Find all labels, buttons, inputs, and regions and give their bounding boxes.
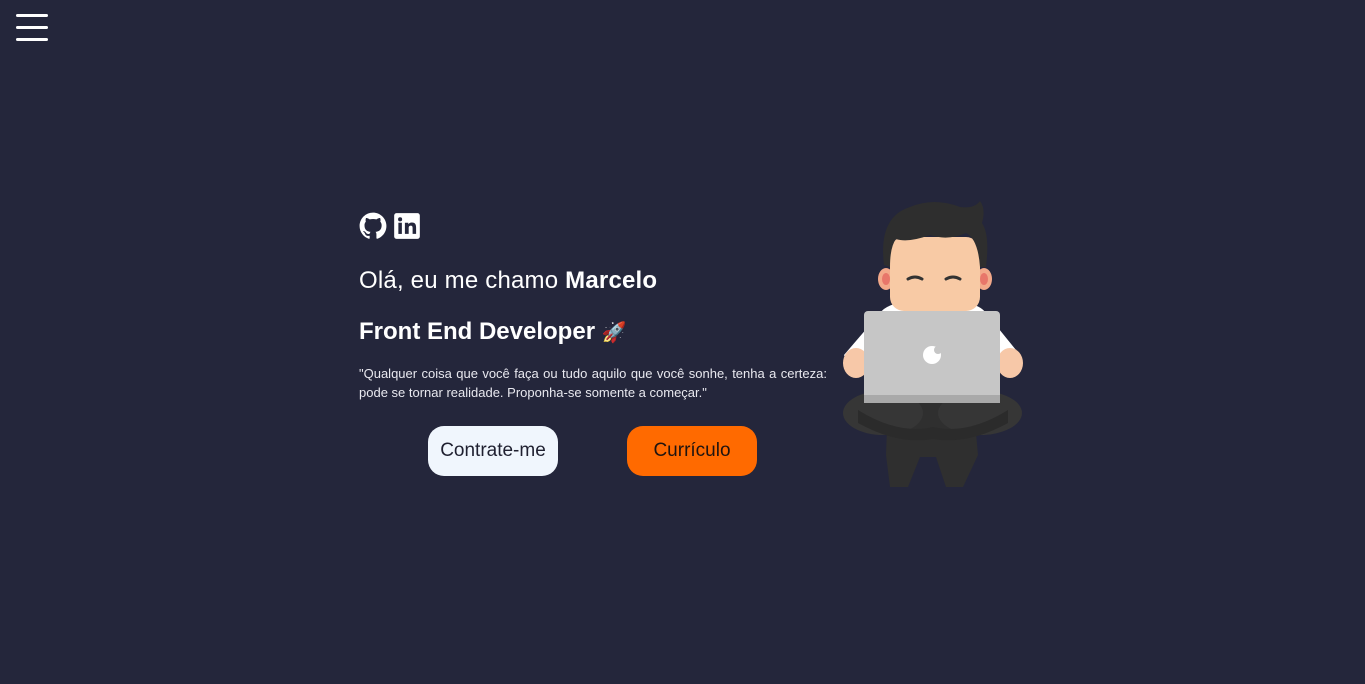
role-heading: Front End Developer 🚀 xyxy=(359,318,827,347)
linkedin-icon[interactable] xyxy=(393,212,421,240)
github-icon[interactable] xyxy=(359,212,387,240)
menu-bar-bottom xyxy=(16,38,48,41)
greeting-prefix: Olá, eu me chamo xyxy=(359,267,566,294)
cta-buttons: Contrate-me Currículo xyxy=(428,426,758,476)
greeting-name: Marcelo xyxy=(565,267,658,294)
hire-me-button[interactable]: Contrate-me xyxy=(428,426,558,476)
menu-bar-middle xyxy=(16,26,48,29)
page: Olá, eu me chamo Marcelo Front End Devel… xyxy=(0,0,1365,684)
developer-illustration xyxy=(843,201,1023,487)
menu-bar-top xyxy=(16,14,48,17)
hamburger-menu-icon[interactable] xyxy=(16,14,48,42)
greeting-heading: Olá, eu me chamo Marcelo xyxy=(359,267,827,295)
rocket-icon: 🚀 xyxy=(601,322,627,344)
role-text: Front End Developer xyxy=(359,318,596,345)
resume-button[interactable]: Currículo xyxy=(627,426,757,476)
social-links xyxy=(359,212,827,240)
quote-text: "Qualquer coisa que você faça ou tudo aq… xyxy=(359,366,827,400)
hero-text: Olá, eu me chamo Marcelo Front End Devel… xyxy=(359,212,827,402)
